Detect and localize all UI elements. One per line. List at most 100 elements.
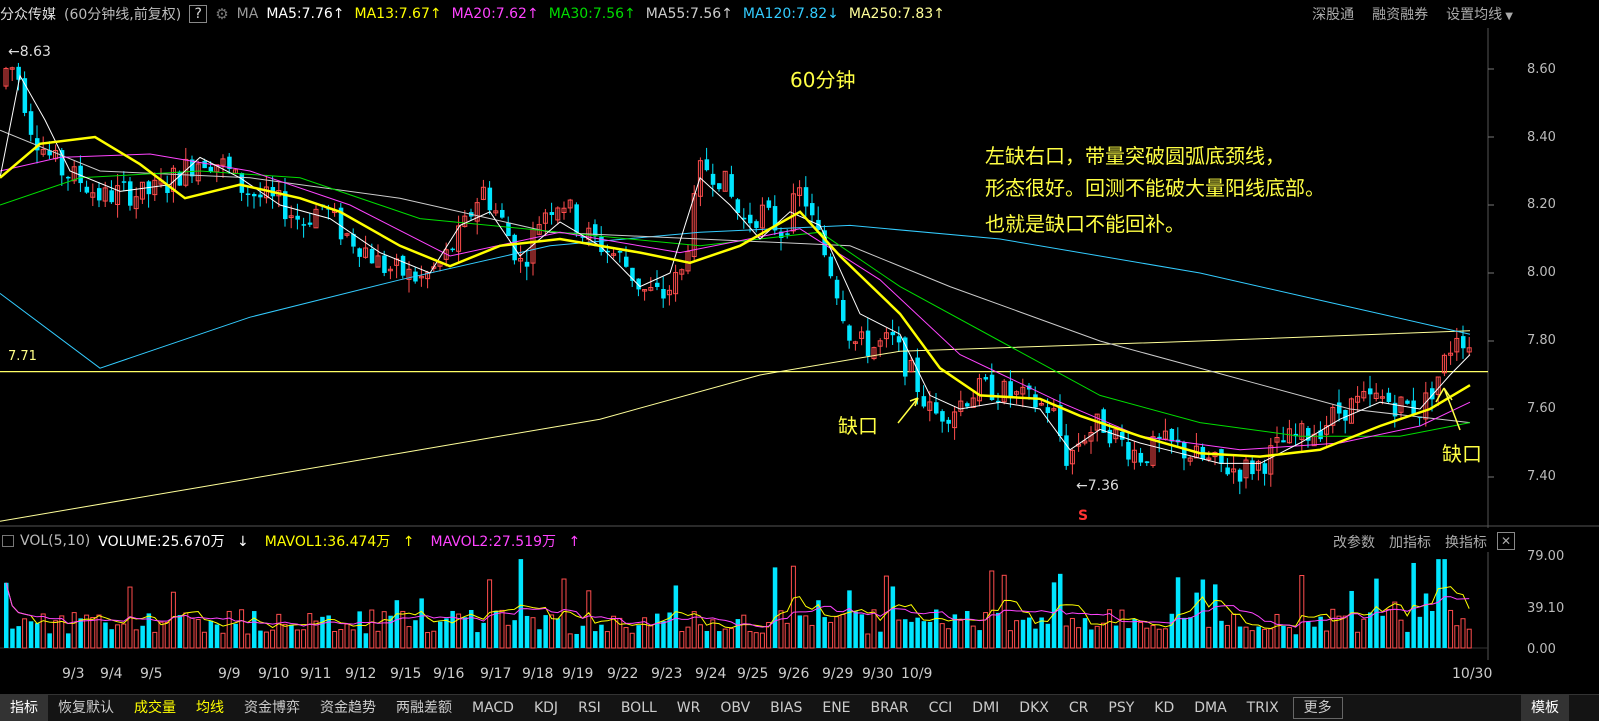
price-tick-6: 7.40: [1527, 469, 1556, 484]
price-tick-2: 8.20: [1527, 197, 1556, 212]
tab-0[interactable]: 指标: [0, 695, 48, 721]
vol-value: VOLUME:25.670万 ↓: [98, 534, 249, 550]
tab-2[interactable]: 成交量: [124, 695, 186, 721]
mavol2-value: MAVOL2:27.519万 ↑: [430, 534, 581, 550]
link-hk-connect[interactable]: 深股通: [1312, 4, 1354, 24]
indicator-tab-bar: 指标 恢复默认 成交量 均线 资金博弈 资金趋势 两融差额 MACD KDJ RSI BOLL WR O…: [0, 694, 1599, 721]
annotation-gap-left: 缺口: [838, 414, 878, 438]
low-marker: ←7.36: [1076, 478, 1119, 494]
date-label-1: 9/4: [100, 666, 123, 682]
ma-value-4: MA55:7.56↑: [645, 6, 733, 22]
volume-bars: [4, 559, 1472, 649]
annotation-note-3: 也就是缺口不能回补。: [985, 212, 1185, 236]
volume-tick-1: 39.10: [1527, 601, 1565, 616]
date-label-20: 10/30: [1452, 666, 1493, 682]
price-chart[interactable]: [0, 28, 1599, 528]
annotation-note-1: 左缺右口，带量突破圆弧底颈线，: [985, 144, 1285, 168]
tab-15[interactable]: BRAR: [861, 695, 919, 721]
tab-5[interactable]: 资金趋势: [310, 695, 386, 721]
add-indicator-link[interactable]: 加指标: [1389, 532, 1431, 552]
tab-20[interactable]: PSY: [1098, 695, 1144, 721]
ma-value-0: MA5:7.76↑: [266, 6, 345, 22]
annotation-gap-right: 缺口: [1442, 442, 1482, 466]
high-marker: ←8.63: [8, 44, 51, 60]
date-label-17: 9/29: [822, 666, 854, 682]
edit-params-link[interactable]: 改参数: [1333, 532, 1375, 552]
price-tick-0: 8.60: [1527, 62, 1556, 77]
tab-22[interactable]: DMA: [1184, 695, 1236, 721]
gap-arrow-left: [897, 397, 919, 424]
date-label-15: 9/25: [737, 666, 769, 682]
date-label-19: 10/9: [901, 666, 933, 682]
s-signal-icon: S: [1078, 508, 1089, 524]
ma-value-6: MA250:7.83↑: [848, 6, 945, 22]
ma-value-5: MA120:7.82↓: [742, 6, 839, 22]
tab-1[interactable]: 恢复默认: [48, 695, 124, 721]
volume-tick-0: 79.00: [1527, 549, 1565, 564]
tab-3[interactable]: 均线: [186, 695, 234, 721]
tab-24[interactable]: 更多: [1292, 697, 1343, 719]
vol-label[interactable]: VOL(5,10): [20, 533, 90, 549]
volume-links: 改参数 加指标 换指标: [1333, 532, 1487, 552]
link-set-ma[interactable]: 设置均线 ▼: [1446, 4, 1513, 24]
date-label-13: 9/23: [651, 666, 683, 682]
mavol1-value: MAVOL1:36.474万 ↑: [264, 534, 415, 550]
tab-25[interactable]: 模板: [1521, 695, 1569, 721]
gear-icon[interactable]: ⚙: [215, 5, 228, 23]
help-button[interactable]: ?: [189, 5, 208, 23]
tab-9[interactable]: RSI: [568, 695, 611, 721]
stock-name[interactable]: 分众传媒: [0, 4, 56, 24]
date-label-16: 9/26: [778, 666, 810, 682]
volume-header: VOL(5,10) VOLUME:25.670万 ↓ MAVOL1:36.474…: [0, 530, 596, 552]
period-mode: (60分钟线,前复权): [64, 7, 182, 23]
price-tick-4: 7.80: [1527, 333, 1556, 348]
tab-8[interactable]: KDJ: [524, 695, 568, 721]
date-label-2: 9/5: [140, 666, 163, 682]
switch-indicator-link[interactable]: 换指标: [1445, 532, 1487, 552]
tab-14[interactable]: ENE: [812, 695, 860, 721]
ma-value-1: MA13:7.67↑: [354, 6, 442, 22]
price-tick-1: 8.40: [1527, 130, 1556, 145]
date-label-10: 9/18: [522, 666, 554, 682]
ma-value-3: MA30:7.56↑: [548, 6, 636, 22]
date-label-12: 9/22: [607, 666, 639, 682]
tab-18[interactable]: DKX: [1009, 695, 1059, 721]
price-tick-5: 7.60: [1527, 401, 1556, 416]
tab-19[interactable]: CR: [1059, 695, 1099, 721]
tab-4[interactable]: 资金博弈: [234, 695, 310, 721]
tab-6[interactable]: 两融差额: [386, 695, 462, 721]
volume-chart[interactable]: [0, 552, 1599, 660]
tab-13[interactable]: BIAS: [760, 695, 812, 721]
ma-value-2: MA20:7.62↑: [451, 6, 539, 22]
ma5-line: [0, 74, 1471, 464]
tab-12[interactable]: OBV: [710, 695, 760, 721]
ma-values: MA5:7.76↑ MA13:7.67↑ MA20:7.62↑ MA30:7.56↑ M…: [266, 6, 955, 22]
date-label-7: 9/15: [390, 666, 422, 682]
tab-23[interactable]: TRIX: [1237, 695, 1289, 721]
date-label-6: 9/12: [345, 666, 377, 682]
date-label-11: 9/19: [562, 666, 594, 682]
date-label-3: 9/9: [218, 666, 241, 682]
tab-17[interactable]: DMI: [962, 695, 1009, 721]
annotation-title: 60分钟: [790, 68, 856, 92]
chevron-down-icon: ▼: [1502, 11, 1513, 22]
date-label-5: 9/11: [300, 666, 332, 682]
date-label-18: 9/30: [862, 666, 894, 682]
tab-11[interactable]: WR: [667, 695, 711, 721]
date-label-14: 9/24: [695, 666, 727, 682]
close-icon[interactable]: ✕: [1497, 532, 1515, 550]
annotation-note-2: 形态很好。回测不能破大量阳线底部。: [985, 176, 1325, 200]
link-margin[interactable]: 融资融券: [1372, 4, 1428, 24]
price-tick-3: 8.00: [1527, 265, 1556, 280]
hline-label: 7.71: [8, 349, 37, 364]
header-links: 深股通 融资融券 设置均线 ▼: [1312, 4, 1513, 24]
date-label-8: 9/16: [433, 666, 465, 682]
ma-label: MA: [236, 6, 259, 22]
tab-16[interactable]: CCI: [919, 695, 963, 721]
date-label-0: 9/3: [62, 666, 85, 682]
chart-header: 分众传媒 (60分钟线,前复权) ? ⚙ MA MA5:7.76↑ MA13:7.…: [0, 0, 1520, 28]
tab-7[interactable]: MACD: [462, 695, 524, 721]
tab-21[interactable]: KD: [1144, 695, 1184, 721]
tab-10[interactable]: BOLL: [611, 695, 667, 721]
vol-collapse-icon[interactable]: [2, 535, 14, 547]
